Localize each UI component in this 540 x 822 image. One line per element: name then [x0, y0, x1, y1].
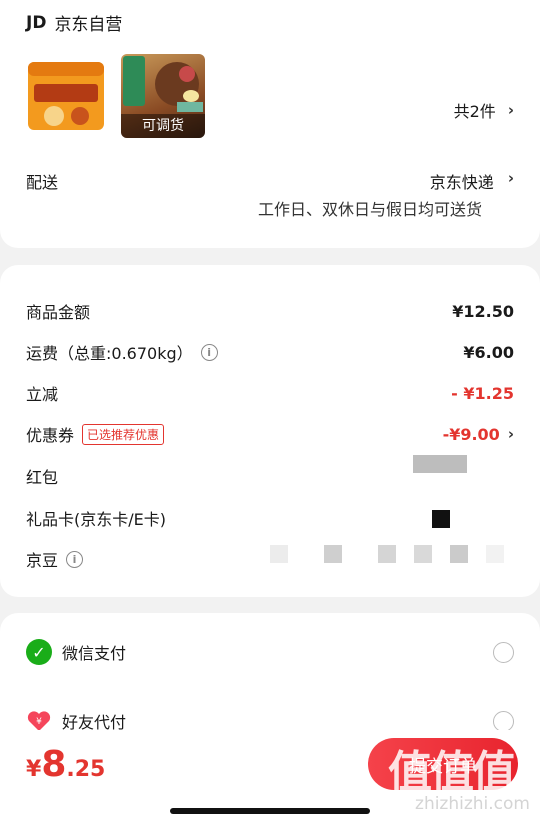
redacted-block — [324, 545, 342, 563]
delivery-label: 配送 — [26, 173, 59, 192]
delivery-note: 工作日、双休日与假日均可送货 — [257, 200, 482, 219]
shipping-label: 运费（总重:0.670kg） — [26, 344, 193, 363]
product-sub-label: 可调货 — [121, 114, 205, 138]
goods-amount-value: ¥12.50 — [452, 301, 514, 321]
instant-discount-row: 立减 - ¥1.25 — [26, 381, 514, 405]
instant-discount-label: 立减 — [26, 385, 59, 404]
chevron-right-icon: › — [507, 101, 514, 119]
redacted-block — [450, 545, 468, 563]
payment-option-wechat[interactable]: ✓ 微信支付 — [26, 638, 514, 666]
total-integer: 8 — [41, 744, 67, 785]
info-icon[interactable]: i — [200, 343, 218, 361]
red-packet-label: 红包 — [26, 468, 59, 487]
coupon-tag: 已选推荐优惠 — [82, 423, 165, 445]
payment-option-label: 微信支付 — [62, 644, 127, 663]
jingdou-label: 京豆 — [26, 551, 59, 570]
product-thumbnail-2[interactable]: 可调货 — [121, 54, 205, 138]
price-summary-card: 商品金额 ¥12.50 运费（总重:0.670kg） i ¥6.00 立减 - … — [0, 265, 540, 597]
shipping-value: ¥6.00 — [463, 342, 514, 362]
goods-amount-label: 商品金额 — [26, 303, 91, 322]
watermark-url: zhizhizhi.com — [415, 794, 530, 814]
redacted-block — [486, 545, 504, 563]
radio-button[interactable] — [493, 710, 514, 732]
shop-name: 京东自营 — [54, 15, 123, 35]
checkout-bar: ¥ 8 .25 提交订单 值值值 zhizhizhi.com — [0, 730, 540, 822]
redacted-block — [270, 545, 288, 563]
watermark-logo: 值值值 — [388, 747, 516, 798]
home-indicator[interactable] — [170, 808, 370, 814]
chevron-right-icon: › — [507, 169, 514, 187]
shop-header: JD 京东自营 — [26, 10, 123, 36]
redacted-block — [414, 545, 432, 563]
redacted-block — [413, 455, 467, 473]
delivery-method[interactable]: 京东快递 › — [430, 169, 514, 193]
svg-text:¥: ¥ — [36, 717, 42, 727]
coupon-value: -¥9.00 — [442, 424, 500, 444]
coupon-row[interactable]: 优惠券 已选推荐优惠 -¥9.00 › — [26, 422, 514, 446]
total-decimal: .25 — [66, 757, 106, 782]
order-items-card: JD 京东自营 可调货 共2件 › 配送 京东快递 › 工作日、双休日与假日均可… — [0, 0, 540, 248]
gift-card-label: 礼品卡(京东卡/E卡) — [26, 510, 166, 529]
item-count[interactable]: 共2件 › — [454, 98, 514, 122]
instant-discount-value: - ¥1.25 — [451, 383, 514, 403]
product-thumbnail-1[interactable] — [24, 54, 108, 138]
total-price: ¥ 8 .25 — [26, 744, 105, 785]
currency-symbol: ¥ — [26, 757, 42, 782]
jd-logo: JD — [26, 12, 47, 33]
redacted-block — [432, 510, 450, 528]
goods-amount-row: 商品金额 ¥12.50 — [26, 299, 514, 323]
redacted-block — [378, 545, 396, 563]
wechat-pay-icon: ✓ — [26, 639, 52, 665]
delivery-method-label: 京东快递 — [429, 173, 494, 192]
chevron-right-icon: › — [507, 425, 514, 443]
instant-noodle-pack-icon — [28, 62, 104, 130]
item-count-label: 共2件 — [453, 102, 496, 121]
shipping-row: 运费（总重:0.670kg） i ¥6.00 — [26, 340, 514, 364]
coupon-label: 优惠券 — [26, 426, 75, 445]
info-icon[interactable]: i — [66, 550, 84, 568]
radio-button[interactable] — [493, 641, 514, 663]
